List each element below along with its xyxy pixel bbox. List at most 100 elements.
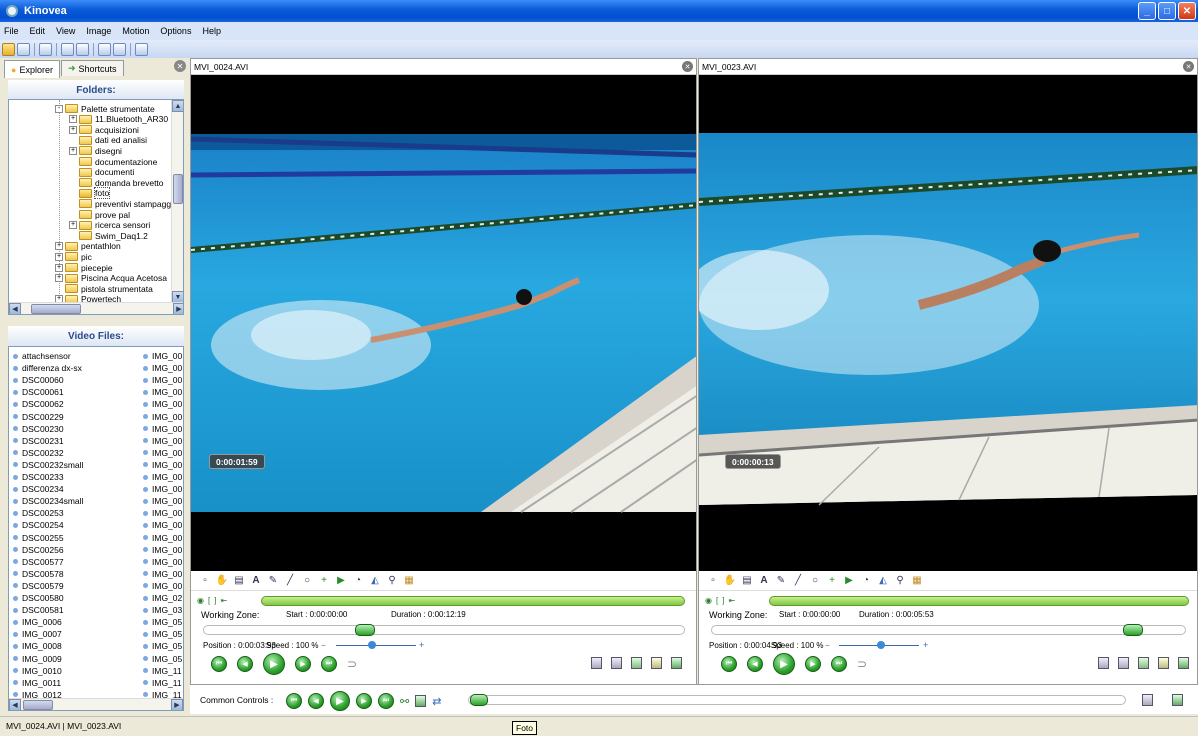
video-file-item[interactable]: DSC00230	[13, 423, 64, 435]
open-folder-icon[interactable]	[2, 42, 15, 56]
folder-tree-item[interactable]: +11.Bluetooth_AR30	[69, 114, 168, 125]
speed-up-icon[interactable]: +	[923, 640, 928, 650]
scroll-thumb[interactable]	[173, 174, 183, 204]
folder-tree-item[interactable]: domanda brevetto	[69, 177, 164, 188]
comment-icon[interactable]: ▤	[233, 575, 245, 587]
menu-file[interactable]: File	[4, 26, 19, 36]
line-tool-icon[interactable]: ╱	[792, 575, 804, 587]
file-list-hscrollbar[interactable]: ◀ ▶	[9, 698, 183, 710]
video-file-item[interactable]: IMG_00	[143, 447, 182, 459]
color-profile-icon[interactable]: ▦	[403, 575, 415, 587]
minimize-button[interactable]: _	[1138, 2, 1156, 20]
folder-tree-item[interactable]: + Piscina Acqua Acetosa	[55, 273, 167, 284]
save-icon[interactable]	[17, 42, 30, 56]
video-file-item[interactable]: IMG_00	[143, 362, 182, 374]
expand-icon[interactable]: +	[69, 221, 77, 230]
video-file-item[interactable]: IMG_00	[143, 459, 182, 471]
wz-sync-icon[interactable]: ◉	[705, 596, 712, 605]
video-file-item[interactable]: IMG_00	[143, 483, 182, 495]
first-frame-icon[interactable]: ⏮	[721, 656, 737, 672]
expand-icon[interactable]: +	[69, 146, 77, 155]
angle-tool-icon[interactable]: ▶	[843, 575, 855, 587]
save-video-icon[interactable]	[631, 657, 642, 669]
video-file-item[interactable]: IMG_00	[143, 471, 182, 483]
working-zone-bar[interactable]	[769, 596, 1189, 606]
video-file-item[interactable]: IMG_05	[143, 628, 182, 640]
hand-tool-icon[interactable]: ✋	[216, 575, 228, 587]
expand-icon[interactable]: +	[69, 125, 77, 134]
text-tool-icon[interactable]: A	[250, 575, 262, 587]
folder-tree-item[interactable]: documenti	[69, 167, 134, 178]
expand-icon[interactable]: +	[55, 263, 63, 272]
video-screen[interactable]: 0:00:01:59	[191, 75, 696, 571]
common-snapshot-icon[interactable]	[1142, 694, 1153, 706]
magnifier-icon[interactable]: ⚲	[386, 575, 398, 587]
scroll-right-icon[interactable]: ▶	[171, 699, 183, 710]
sync-icon[interactable]: ⚯	[400, 695, 409, 708]
diaporama-icon[interactable]	[651, 657, 662, 669]
scroll-left-icon[interactable]: ◀	[9, 699, 21, 710]
wz-end-icon[interactable]: ]	[214, 596, 216, 605]
position-track[interactable]	[711, 625, 1186, 635]
folder-tree-item[interactable]: foto	[69, 187, 111, 200]
folder-tree-item[interactable]: dati ed analisi	[69, 135, 147, 146]
text-tool-icon[interactable]: A	[758, 575, 770, 587]
video-file-item[interactable]: IMG_00	[143, 386, 182, 398]
video-file-item[interactable]: IMG_00	[143, 507, 182, 519]
expand-icon[interactable]: +	[55, 274, 63, 283]
capture-screen-icon[interactable]	[135, 42, 148, 56]
last-frame-icon[interactable]: ⏭	[321, 656, 337, 672]
play-icon[interactable]: ▶	[263, 653, 285, 675]
video-file-item[interactable]: DSC00255	[13, 532, 64, 544]
multi-snapshot-icon[interactable]	[611, 657, 622, 669]
video-screen[interactable]: 0:00:00:13	[699, 75, 1197, 571]
wz-end-icon[interactable]: ]	[722, 596, 724, 605]
folder-tree-item[interactable]: + acquisizioni	[69, 124, 139, 135]
video-file-item[interactable]: IMG_0008	[13, 640, 62, 652]
video-file-item[interactable]: DSC00254	[13, 519, 64, 531]
play-icon[interactable]: ▶	[773, 653, 795, 675]
video-file-item[interactable]: DSC00060	[13, 374, 64, 386]
merge-icon[interactable]	[415, 695, 427, 707]
video-file-item[interactable]: DSC00234	[13, 483, 64, 495]
circle-tool-icon[interactable]: ○	[301, 575, 313, 587]
loop-icon[interactable]: ⊃	[857, 657, 867, 671]
folder-tree-item[interactable]: + pic	[55, 251, 92, 262]
tab-shortcuts[interactable]: ➜ Shortcuts	[60, 60, 124, 76]
common-previous-frame-icon[interactable]: ◀	[308, 693, 324, 709]
wz-start-icon[interactable]: [	[208, 596, 210, 605]
speed-down-icon[interactable]: −	[321, 641, 326, 650]
folder-tree-hscrollbar[interactable]: ◀ ▶	[9, 302, 183, 314]
add-keyframe-icon[interactable]: ▫	[199, 575, 211, 587]
expand-icon[interactable]: +	[55, 242, 63, 251]
expand-icon[interactable]: +	[55, 252, 63, 261]
snapshot-icon[interactable]	[591, 657, 602, 669]
video-file-item[interactable]: IMG_00	[143, 435, 182, 447]
video-file-item[interactable]: IMG_00	[143, 350, 182, 362]
common-position-track[interactable]	[468, 695, 1126, 705]
add-keyframe-icon[interactable]: ▫	[707, 575, 719, 587]
video-file-item[interactable]: DSC00233	[13, 471, 64, 483]
grid-icon[interactable]: ◭	[877, 575, 889, 587]
expand-icon[interactable]: +	[69, 115, 77, 124]
video-file-item[interactable]: IMG_0007	[13, 628, 62, 640]
folder-tree-item[interactable]: + pentathlon	[55, 241, 121, 252]
video-file-item[interactable]: DSC00061	[13, 386, 64, 398]
video-file-item[interactable]: DSC00253	[13, 507, 64, 519]
video-file-item[interactable]: IMG_00	[143, 495, 182, 507]
menu-view[interactable]: View	[56, 26, 75, 36]
hand-tool-icon[interactable]: ✋	[724, 575, 736, 587]
snapshot-icon[interactable]	[1098, 657, 1109, 669]
video-file-item[interactable]: differenza dx-sx	[13, 362, 82, 374]
video-file-item[interactable]: IMG_0009	[13, 653, 62, 665]
folder-tree-item[interactable]: prove pal	[69, 209, 130, 220]
folder-tree[interactable]: + Powertech pistola strumentata + Piscina Ac…	[8, 99, 184, 315]
grid-icon[interactable]: ◭	[369, 575, 381, 587]
maximize-button[interactable]: □	[1158, 2, 1176, 20]
video-file-item[interactable]: IMG_02	[143, 592, 182, 604]
common-last-frame-icon[interactable]: ⏭	[378, 693, 394, 709]
loop-icon[interactable]: ⊃	[347, 657, 357, 671]
speed-slider-thumb[interactable]	[368, 641, 376, 649]
video-file-item[interactable]: IMG_11	[143, 677, 182, 689]
scroll-left-icon[interactable]: ◀	[9, 303, 21, 314]
